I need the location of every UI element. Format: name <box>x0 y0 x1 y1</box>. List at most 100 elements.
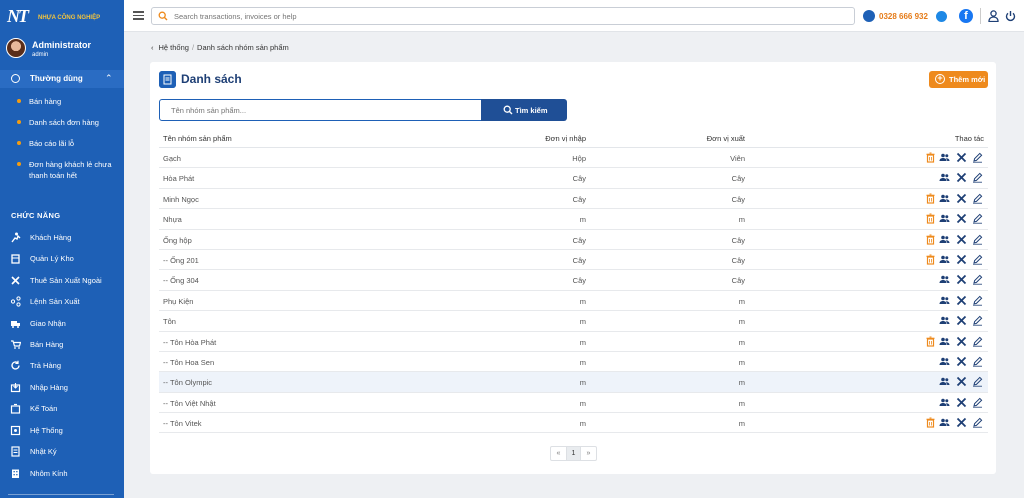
sidebar-item[interactable]: Nhôm Kính <box>0 466 124 482</box>
tools-icon[interactable] <box>956 315 967 326</box>
tools-icon[interactable] <box>956 356 967 367</box>
trash-icon[interactable] <box>925 193 936 204</box>
edit-pencil-icon[interactable] <box>972 417 983 428</box>
edit-pencil-icon[interactable] <box>972 234 983 245</box>
table-row[interactable]: -- Tôn Olympic m m <box>159 372 988 393</box>
col-header-unit-out[interactable]: Đơn vị xuất <box>707 134 745 143</box>
sidebar-item[interactable]: Lệnh Sản Xuất <box>0 294 124 310</box>
hamburger-menu-icon[interactable] <box>133 11 144 20</box>
trash-icon[interactable] <box>925 213 936 224</box>
tools-icon[interactable] <box>956 213 967 224</box>
table-row[interactable]: Minh Ngọc Cây Cây <box>159 189 988 210</box>
edit-pencil-icon[interactable] <box>972 172 983 183</box>
users-icon[interactable] <box>939 193 950 204</box>
user-icon[interactable] <box>988 10 999 22</box>
users-icon[interactable] <box>939 397 950 408</box>
edit-pencil-icon[interactable] <box>972 152 983 163</box>
trash-icon[interactable] <box>925 254 936 265</box>
users-icon[interactable] <box>939 234 950 245</box>
users-icon[interactable] <box>939 376 950 387</box>
edit-pencil-icon[interactable] <box>972 274 983 285</box>
search-input[interactable] <box>174 10 844 22</box>
power-icon[interactable] <box>1005 10 1016 22</box>
col-header-unit-in[interactable]: Đơn vị nhập <box>545 134 586 143</box>
phone-number[interactable]: 0328 666 932 <box>879 12 928 21</box>
user-profile[interactable]: Administrator admin <box>6 38 121 64</box>
group-name-filter-input[interactable] <box>159 99 482 121</box>
sidebar-item[interactable]: Kế Toán <box>0 401 124 417</box>
tools-icon[interactable] <box>956 417 967 428</box>
users-icon[interactable] <box>939 274 950 285</box>
phone-icon <box>863 10 875 22</box>
pagination-next[interactable]: » <box>581 447 596 460</box>
edit-pencil-icon[interactable] <box>972 315 983 326</box>
tools-icon[interactable] <box>956 193 967 204</box>
edit-pencil-icon[interactable] <box>972 397 983 408</box>
table-row[interactable]: -- Tôn Việt Nhật m m <box>159 393 988 414</box>
users-icon[interactable] <box>939 417 950 428</box>
users-icon[interactable] <box>939 254 950 265</box>
sidebar-item[interactable]: Nhật Ký <box>0 444 124 460</box>
trash-icon[interactable] <box>925 417 936 428</box>
sidebar-item[interactable]: Bán Hàng <box>0 337 124 353</box>
menu-group-frequent[interactable]: Thường dùng ⌃ <box>0 70 124 88</box>
search-button[interactable]: Tìm kiếm <box>481 99 567 121</box>
pagination-page-current[interactable]: 1 <box>566 447 581 460</box>
tools-icon[interactable] <box>956 274 967 285</box>
messenger-icon[interactable] <box>936 11 947 22</box>
users-icon[interactable] <box>939 213 950 224</box>
edit-pencil-icon[interactable] <box>972 213 983 224</box>
table-row[interactable]: Phụ Kiện m m <box>159 291 988 312</box>
tools-icon[interactable] <box>956 254 967 265</box>
sidebar-item[interactable]: Quản Lý Kho <box>0 251 124 267</box>
table-row[interactable]: Hòa Phát Cây Cây <box>159 168 988 189</box>
users-icon[interactable] <box>939 152 950 163</box>
tools-icon[interactable] <box>956 397 967 408</box>
edit-pencil-icon[interactable] <box>972 376 983 387</box>
back-chevron-icon[interactable]: ‹ <box>151 43 154 52</box>
brand-logo[interactable]: NT NHỰA CÔNG NGHIỆP <box>7 6 117 28</box>
tools-icon[interactable] <box>956 234 967 245</box>
users-icon[interactable] <box>939 336 950 347</box>
edit-pencil-icon[interactable] <box>972 336 983 347</box>
table-row[interactable]: -- Tôn Vitek m m <box>159 413 988 434</box>
users-icon[interactable] <box>939 172 950 183</box>
sidebar-item[interactable]: Thuê Sản Xuất Ngoài <box>0 273 124 289</box>
sidebar-item[interactable]: Giao Nhận <box>0 316 124 332</box>
sidebar-subitem-label: Danh sách đơn hàng <box>29 118 99 127</box>
row-actions <box>925 152 985 164</box>
table-row[interactable]: -- Ống 201 Cây Cây <box>159 250 988 271</box>
tools-icon[interactable] <box>956 172 967 183</box>
table-row[interactable]: Tôn m m <box>159 311 988 332</box>
edit-pencil-icon[interactable] <box>972 356 983 367</box>
cell-name: Nhựa <box>163 215 182 225</box>
edit-pencil-icon[interactable] <box>972 254 983 265</box>
sidebar-item[interactable]: Khách Hàng <box>0 230 124 246</box>
tools-icon[interactable] <box>956 152 967 163</box>
edit-pencil-icon[interactable] <box>972 193 983 204</box>
table-row[interactable]: Gạch Hộp Viên <box>159 148 988 169</box>
breadcrumb-parent[interactable]: Hệ thống <box>159 43 189 52</box>
tools-icon[interactable] <box>956 376 967 387</box>
table-row[interactable]: Nhựa m m <box>159 209 988 230</box>
col-header-name[interactable]: Tên nhóm sản phẩm <box>163 134 232 143</box>
tools-icon[interactable] <box>956 295 967 306</box>
add-new-button[interactable]: + Thêm mới <box>929 71 988 88</box>
users-icon[interactable] <box>939 356 950 367</box>
edit-pencil-icon[interactable] <box>972 295 983 306</box>
pagination-prev[interactable]: « <box>551 447 566 460</box>
table-row[interactable]: Ống hộp Cây Cây <box>159 230 988 250</box>
tools-icon[interactable] <box>956 336 967 347</box>
table-row[interactable]: -- Ống 304 Cây Cây <box>159 270 988 291</box>
sidebar-item[interactable]: Hệ Thống <box>0 423 124 439</box>
sidebar-item[interactable]: Trả Hàng <box>0 358 124 374</box>
sidebar-item[interactable]: Nhập Hàng <box>0 380 124 396</box>
trash-icon[interactable] <box>925 234 936 245</box>
facebook-icon[interactable]: f <box>959 9 973 23</box>
trash-icon[interactable] <box>925 336 936 347</box>
table-row[interactable]: -- Tôn Hòa Phát m m <box>159 332 988 352</box>
table-row[interactable]: -- Tôn Hoa Sen m m <box>159 352 988 373</box>
trash-icon[interactable] <box>925 152 936 163</box>
users-icon[interactable] <box>939 315 950 326</box>
users-icon[interactable] <box>939 295 950 306</box>
